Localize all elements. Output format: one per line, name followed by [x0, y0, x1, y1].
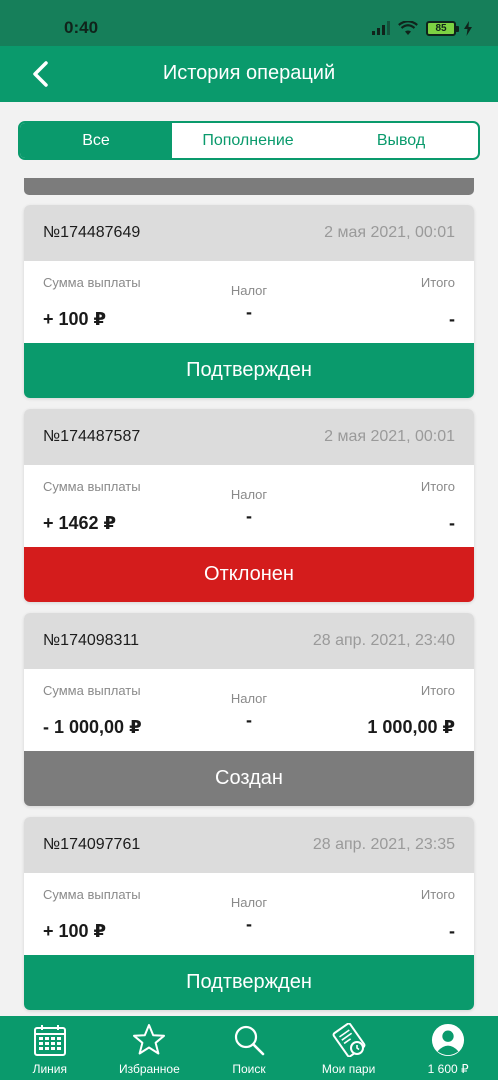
- tax-label: Налог: [230, 895, 268, 910]
- total-label: Итого: [420, 683, 455, 698]
- ticket-icon: [332, 1023, 366, 1057]
- nav-label: Поиск: [232, 1062, 266, 1076]
- status-confirmed[interactable]: Подтвержден: [24, 343, 474, 398]
- card-header: №174487649 2 мая 2021, 00:01: [24, 205, 474, 261]
- battery-level: 85: [435, 22, 447, 34]
- nav-item-profile[interactable]: 1 600 ₽: [398, 1016, 498, 1080]
- star-icon: [132, 1023, 166, 1057]
- tax-label: Налог: [230, 283, 268, 298]
- operation-card: №174098311 28 апр. 2021, 23:40 Сумма вып…: [24, 613, 474, 806]
- operation-date: 28 апр. 2021, 23:35: [312, 836, 455, 853]
- total-label: Итого: [420, 275, 455, 290]
- operation-card: №174097761 28 апр. 2021, 23:35 Сумма вып…: [24, 817, 474, 1010]
- search-icon: [232, 1023, 266, 1057]
- card-header: №174098311 28 апр. 2021, 23:40: [24, 613, 474, 669]
- nav-label: Мои пари: [321, 1062, 376, 1076]
- operation-id: №174097761: [43, 836, 141, 853]
- operation-id: №174487649: [43, 224, 141, 241]
- signal-icon: [372, 21, 390, 35]
- tax-value: -: [246, 302, 252, 322]
- profile-icon: [431, 1023, 465, 1057]
- nav-label: Линия: [32, 1062, 67, 1076]
- tax-value: -: [246, 914, 252, 934]
- total-value: -: [449, 921, 455, 941]
- operation-id: №174487587: [43, 428, 141, 445]
- balance-label: 1 600 ₽: [427, 1062, 469, 1076]
- operation-card-partial: [24, 178, 474, 195]
- nav-item-favorites[interactable]: Избранное: [100, 1016, 200, 1080]
- operation-date: 2 мая 2021, 00:01: [324, 224, 455, 241]
- status-icons: 85: [372, 18, 472, 38]
- card-header: №174487587 2 мая 2021, 00:01: [24, 409, 474, 465]
- operation-date: 2 мая 2021, 00:01: [324, 428, 455, 445]
- tab-withdrawal[interactable]: Вывод: [324, 123, 478, 158]
- tab-deposit[interactable]: Пополнение: [172, 123, 324, 158]
- operation-card: №174487587 2 мая 2021, 00:01 Сумма выпла…: [24, 409, 474, 602]
- wifi-icon: [398, 20, 418, 35]
- bottom-nav: Линия Избранное Поиск Мои пари 1 600 ₽: [0, 1016, 498, 1080]
- card-body: Сумма выплаты Налог Итого + 100 ₽ - -: [24, 261, 474, 343]
- status-bar: 0:40 85: [0, 0, 498, 46]
- tax-label: Налог: [230, 487, 268, 502]
- tax-value: -: [246, 506, 252, 526]
- total-value: 1 000,00 ₽: [367, 717, 455, 737]
- nav-item-search[interactable]: Поиск: [199, 1016, 299, 1080]
- filter-tabs: Все Пополнение Вывод: [18, 121, 480, 160]
- status-rejected[interactable]: Отклонен: [24, 547, 474, 602]
- operation-id: №174098311: [43, 632, 140, 649]
- page-title: История операций: [162, 62, 336, 84]
- total-label: Итого: [420, 479, 455, 494]
- operation-card: №174487649 2 мая 2021, 00:01 Сумма выпла…: [24, 205, 474, 398]
- card-header: №174097761 28 апр. 2021, 23:35: [24, 817, 474, 873]
- battery-icon: 85: [426, 20, 459, 36]
- nav-item-line[interactable]: Линия: [0, 1016, 100, 1080]
- total-value: -: [449, 309, 455, 329]
- status-confirmed[interactable]: Подтвержден: [24, 955, 474, 1010]
- nav-label: Избранное: [118, 1062, 180, 1076]
- status-created[interactable]: Создан: [24, 751, 474, 806]
- operation-date: 28 апр. 2021, 23:40: [312, 632, 455, 649]
- calendar-icon: [33, 1023, 67, 1057]
- total-label: Итого: [420, 887, 455, 902]
- card-body: Сумма выплаты Налог Итого + 1462 ₽ - -: [24, 465, 474, 547]
- tax-label: Налог: [230, 691, 268, 706]
- card-body: Сумма выплаты Налог Итого + 100 ₽ - -: [24, 873, 474, 955]
- total-value: -: [449, 513, 455, 533]
- status-time: 0:40: [64, 18, 99, 37]
- card-body: Сумма выплаты Налог Итого - 1 000,00 ₽ -…: [24, 669, 474, 751]
- nav-item-my-bets[interactable]: Мои пари: [299, 1016, 399, 1080]
- tab-all[interactable]: Все: [20, 123, 172, 158]
- app-header: История операций: [0, 46, 498, 102]
- charging-icon: [464, 20, 472, 36]
